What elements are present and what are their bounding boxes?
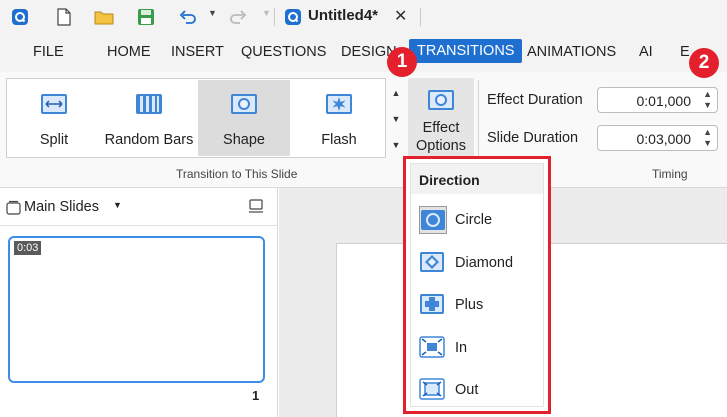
spinner-arrows-icon[interactable]: ▲ ▼ [703,127,712,149]
transition-split-label: Split [39,132,69,148]
effect-duration-label: Effect Duration [487,92,583,108]
direction-circle[interactable]: Circle [415,202,541,238]
effect-options-label: Effect [422,120,460,136]
ribbon: Split Random Bars Shape Flash ▲ ▼ ▼ Effe… [0,72,727,188]
circle-icon [419,206,447,234]
title-bar: ▼ ▼ Untitled4* ✕ [0,0,727,34]
undo-icon[interactable] [178,7,198,27]
transition-shape-label: Shape [223,132,265,148]
slide-number: 1 [252,388,260,403]
transition-split[interactable]: Split [8,80,100,156]
random-bars-icon [135,90,163,118]
menu-file[interactable]: FILE [33,44,64,60]
menu-overflow[interactable]: E [680,44,690,60]
transition-flash[interactable]: Flash [293,80,385,156]
direction-circle-label: Circle [455,212,493,228]
document-title[interactable]: Untitled4* [308,7,378,24]
menu-insert[interactable]: INSERT [171,44,224,60]
direction-out[interactable]: Out [415,372,541,408]
gallery-scroll: ▲ ▼ ▼ [388,80,404,158]
undo-dropdown-icon[interactable]: ▼ [208,8,217,18]
callout-marker-2: 2 [689,48,719,78]
effect-options-label-2: Options [416,138,466,154]
new-file-icon[interactable] [54,7,74,27]
transition-group-label: Transition to This Slide [176,167,298,181]
monitor-icon[interactable] [248,198,264,217]
menu-bar: FILE HOME INSERT QUESTIONS DESIGN TRANSI… [0,34,727,72]
gallery-expand-icon[interactable]: ▼ [388,132,404,158]
in-icon [419,334,447,362]
document-tab-icon [283,7,303,27]
transition-flash-label: Flash [321,132,357,148]
slide-duration-value: 0:03,000 [636,131,692,147]
split-icon [40,90,68,118]
slide-duration-input[interactable]: 0:03,000 ▲ ▼ [597,125,718,151]
app-logo-icon [10,7,30,27]
direction-plus-label: Plus [455,297,484,313]
spinner-arrows-icon[interactable]: ▲ ▼ [703,89,712,111]
menu-ai[interactable]: AI [639,44,653,60]
direction-plus[interactable]: Plus [415,287,541,323]
flash-icon [325,90,353,118]
direction-in-label: In [455,340,468,356]
effect-options-icon [427,86,455,114]
save-icon[interactable] [136,7,156,27]
redo-icon[interactable] [228,7,248,27]
effect-options-button[interactable]: Effect Options [408,78,474,158]
direction-header: Direction [411,164,543,194]
menu-questions[interactable]: QUESTIONS [241,44,326,60]
direction-in[interactable]: In [415,330,541,366]
menu-animations[interactable]: ANIMATIONS [527,44,616,60]
transition-random-bars[interactable]: Random Bars [103,80,195,156]
menu-home[interactable]: HOME [107,44,151,60]
slide-duration-badge: 0:03 [14,241,42,255]
close-tab-icon[interactable]: ✕ [394,6,407,26]
direction-out-label: Out [455,382,479,398]
transition-random-bars-label: Random Bars [104,132,194,148]
slides-icon [6,200,21,218]
direction-diamond[interactable]: Diamond [415,245,541,281]
open-folder-icon[interactable] [94,7,114,27]
redo-dropdown-icon[interactable]: ▼ [262,8,271,18]
diamond-icon [419,249,447,277]
effect-duration-value: 0:01,000 [636,93,692,109]
timing-group-label: Timing [652,167,688,181]
gallery-scroll-down-icon[interactable]: ▼ [388,106,404,132]
transition-shape[interactable]: Shape [198,80,290,156]
main-slides-dropdown-icon[interactable]: ▼ [113,200,122,210]
plus-icon [419,291,447,319]
out-icon [419,376,447,404]
gallery-scroll-up-icon[interactable]: ▲ [388,80,404,106]
shape-icon [230,90,258,118]
callout-marker-1: 1 [387,47,417,77]
direction-menu: Direction Circle Diamond Plus In Out [410,163,544,407]
effect-options-dropdown: Direction Circle Diamond Plus In Out [403,156,551,414]
direction-diamond-label: Diamond [455,255,514,271]
divider [274,8,275,26]
divider [420,8,421,26]
menu-transitions[interactable]: TRANSITIONS [409,39,523,63]
slide-thumbnail[interactable]: 0:03 [8,236,265,383]
slides-panel-header: Main Slides ▼ [0,188,278,226]
effect-duration-input[interactable]: 0:01,000 ▲ ▼ [597,87,718,113]
main-slides-title[interactable]: Main Slides [24,199,99,215]
slides-panel: Main Slides ▼ 0:03 1 [0,188,278,417]
transition-gallery: Split Random Bars Shape Flash [6,78,386,158]
slide-duration-label: Slide Duration [487,130,579,146]
